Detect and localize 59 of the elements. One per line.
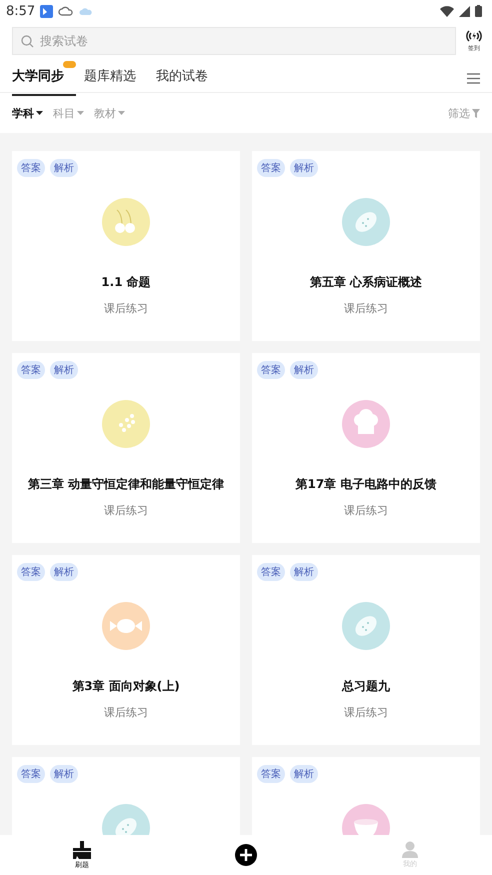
menu-icon[interactable] xyxy=(467,73,480,84)
tag: 解析 xyxy=(290,563,318,581)
battery-icon xyxy=(475,5,482,17)
card-subtitle: 课后练习 xyxy=(104,503,148,518)
tag: 答案 xyxy=(17,765,45,783)
wifi-icon xyxy=(440,6,454,16)
tag: 解析 xyxy=(50,563,78,581)
search-input[interactable]: 搜索试卷 xyxy=(40,34,160,48)
card-subtitle: 课后练习 xyxy=(104,705,148,720)
tag: 解析 xyxy=(290,765,318,783)
filter-dropdown[interactable]: 学科 xyxy=(12,106,43,120)
signal-icon xyxy=(459,6,470,16)
add-icon xyxy=(235,844,257,866)
card-subtitle: 课后练习 xyxy=(104,301,148,316)
tag: 解析 xyxy=(50,361,78,379)
brush-icon xyxy=(73,840,91,858)
paper-card[interactable]: 答案 解析 1.1 命题 课后练习 xyxy=(12,151,240,341)
search-icon xyxy=(21,34,34,48)
tab[interactable]: 题库精选 xyxy=(84,61,136,96)
cloud-icon xyxy=(79,6,94,16)
tab[interactable]: 大学同步 xyxy=(12,61,76,96)
tag: 答案 xyxy=(17,159,45,177)
tag: 解析 xyxy=(50,765,78,783)
paper-card[interactable]: 答案 解析 第3章 面向对象(上) 课后练习 xyxy=(12,555,240,745)
caret-icon xyxy=(77,111,84,115)
tag: 解析 xyxy=(50,159,78,177)
card-title: 第五章 心系病证概述 xyxy=(310,274,422,291)
card-title: 第17章 电子电路中的反馈 xyxy=(296,476,436,493)
broadcast-icon xyxy=(465,30,483,42)
search-field[interactable]: 搜索试卷 xyxy=(12,27,456,55)
card-title: 第三章 动量守恒定律和能量守恒定律 xyxy=(28,476,224,493)
paper-card[interactable]: 答案 解析 xyxy=(252,757,480,835)
paper-card[interactable]: 答案 解析 第17章 电子电路中的反馈 课后练习 xyxy=(252,353,480,543)
card-title: 总习题九 xyxy=(342,678,390,695)
paper-card[interactable]: 答案 解析 第五章 心系病证概述 课后练习 xyxy=(252,151,480,341)
tag: 答案 xyxy=(257,563,285,581)
paper-card[interactable]: 答案 解析 第三章 动量守恒定律和能量守恒定律 课后练习 xyxy=(12,353,240,543)
tab[interactable]: 我的试卷 xyxy=(156,61,208,96)
tag: 答案 xyxy=(17,361,45,379)
caret-icon xyxy=(36,111,43,115)
tag: 解析 xyxy=(290,159,318,177)
card-subtitle: 课后练习 xyxy=(344,705,388,720)
tag: 答案 xyxy=(257,361,285,379)
app-icon xyxy=(40,4,54,18)
user-icon xyxy=(402,841,418,858)
card-subtitle: 课后练习 xyxy=(344,503,388,518)
tag: 答案 xyxy=(17,563,45,581)
card-title: 第3章 面向对象(上) xyxy=(72,678,180,695)
funnel-icon xyxy=(472,108,480,118)
cloud-icon xyxy=(58,5,74,17)
tag: 答案 xyxy=(257,159,285,177)
caret-icon xyxy=(118,111,125,115)
tag: 解析 xyxy=(290,361,318,379)
tag: 答案 xyxy=(257,765,285,783)
card-subtitle: 课后练习 xyxy=(344,301,388,316)
card-title: 1.1 命题 xyxy=(101,274,151,291)
paper-card[interactable]: 答案 解析 xyxy=(12,757,240,835)
status-time: 8:57 xyxy=(6,4,36,18)
paper-card[interactable]: 答案 解析 总习题九 课后练习 xyxy=(252,555,480,745)
